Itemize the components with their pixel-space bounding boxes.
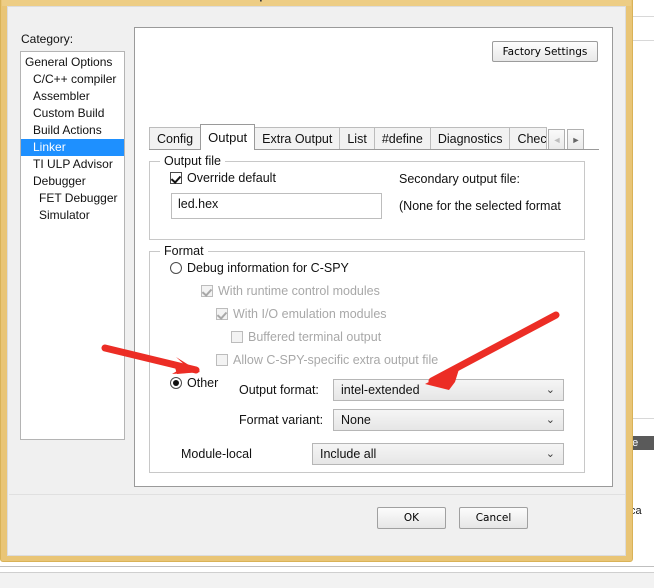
with-runtime-control-checkbox [201,285,213,297]
category-item-ti-ulp-advisor[interactable]: TI ULP Advisor [21,156,124,173]
allow-cspy-extra-row: Allow C-SPY-specific extra output file [216,353,438,367]
with-runtime-control-row: With runtime control modules [201,284,380,298]
category-list[interactable]: General Options C/C++ compiler Assembler… [20,51,125,440]
category-label: Category: [21,32,74,46]
tab-checksum[interactable]: Chec [509,127,548,150]
chevron-down-icon: ⌄ [545,384,555,396]
category-item-assembler[interactable]: Assembler [21,88,124,105]
secondary-output-file-value: (None for the selected format [399,199,561,213]
dialog-body: Category: General Options C/C++ compiler… [7,6,626,556]
factory-settings-button[interactable]: Factory Settings [492,41,598,62]
dialog-title: Options for node "led" [249,0,383,2]
override-default-label: Override default [187,171,276,185]
background-text-fragment-three: ca [630,505,642,517]
chevron-down-icon: ⌄ [545,414,555,426]
tab-scroll-right-icon[interactable]: ► [567,129,585,150]
output-format-label: Output format: [239,383,319,397]
tab-define[interactable]: #define [373,127,431,150]
category-item-c-cpp-compiler[interactable]: C/C++ compiler [21,71,124,88]
output-format-dropdown[interactable]: intel-extended ⌄ [333,379,564,401]
format-group-title: Format [160,244,208,258]
with-io-emulation-row: With I/O emulation modules [216,307,387,321]
options-dialog-window: Options for node "led" Category: General… [0,0,633,562]
module-local-value: Include all [320,447,377,461]
tab-extra-output[interactable]: Extra Output [254,127,341,150]
with-io-emulation-label: With I/O emulation modules [233,307,387,321]
category-item-build-actions[interactable]: Build Actions [21,122,124,139]
secondary-output-file-label: Secondary output file: [399,172,520,186]
category-item-general-options[interactable]: General Options [21,54,124,71]
category-item-fet-debugger[interactable]: FET Debugger [21,190,124,207]
buffered-terminal-row: Buffered terminal output [231,330,381,344]
chevron-down-icon: ⌄ [545,448,555,460]
other-format-radio[interactable] [170,377,182,389]
with-io-emulation-checkbox [216,308,228,320]
app-status-bar-inner [0,572,654,588]
allow-cspy-extra-label: Allow C-SPY-specific extra output file [233,353,439,367]
tab-strip: Config Output Extra Output List #define … [149,124,599,150]
category-item-custom-build[interactable]: Custom Build [21,105,124,122]
dialog-button-bar: OK Cancel [9,494,625,551]
format-variant-label: Format variant: [239,413,324,427]
module-local-dropdown[interactable]: Include all ⌄ [312,443,564,465]
override-default-row[interactable]: Override default [170,171,276,185]
with-runtime-control-label: With runtime control modules [218,284,380,298]
allow-cspy-extra-checkbox [216,354,228,366]
tab-scroll-left-icon[interactable]: ◄ [548,129,566,150]
tab-output[interactable]: Output [200,124,256,150]
cancel-button[interactable]: Cancel [459,507,528,529]
other-format-row[interactable]: Other [170,376,218,390]
tab-list[interactable]: List [339,127,375,150]
tab-diagnostics[interactable]: Diagnostics [429,127,511,150]
tab-config[interactable]: Config [149,127,202,150]
output-filename-input[interactable]: led.hex [171,193,382,219]
module-local-label: Module-local [181,447,252,461]
category-item-simulator[interactable]: Simulator [21,207,124,224]
format-variant-value: None [341,413,371,427]
debug-information-radio[interactable] [170,262,182,274]
category-item-linker[interactable]: Linker [21,139,124,156]
output-file-group-title: Output file [160,154,225,168]
ok-button[interactable]: OK [377,507,446,529]
buffered-terminal-label: Buffered terminal output [248,330,382,344]
output-format-value: intel-extended [341,383,420,397]
buffered-terminal-checkbox [231,331,243,343]
format-variant-dropdown[interactable]: None ⌄ [333,409,564,431]
override-default-checkbox[interactable] [170,172,182,184]
settings-pane: Factory Settings Config Output Extra Out… [134,27,613,487]
debug-information-label: Debug information for C-SPY [187,261,349,275]
other-format-label: Other [187,376,219,390]
category-item-debugger[interactable]: Debugger [21,173,124,190]
debug-information-row[interactable]: Debug information for C-SPY [170,261,349,275]
